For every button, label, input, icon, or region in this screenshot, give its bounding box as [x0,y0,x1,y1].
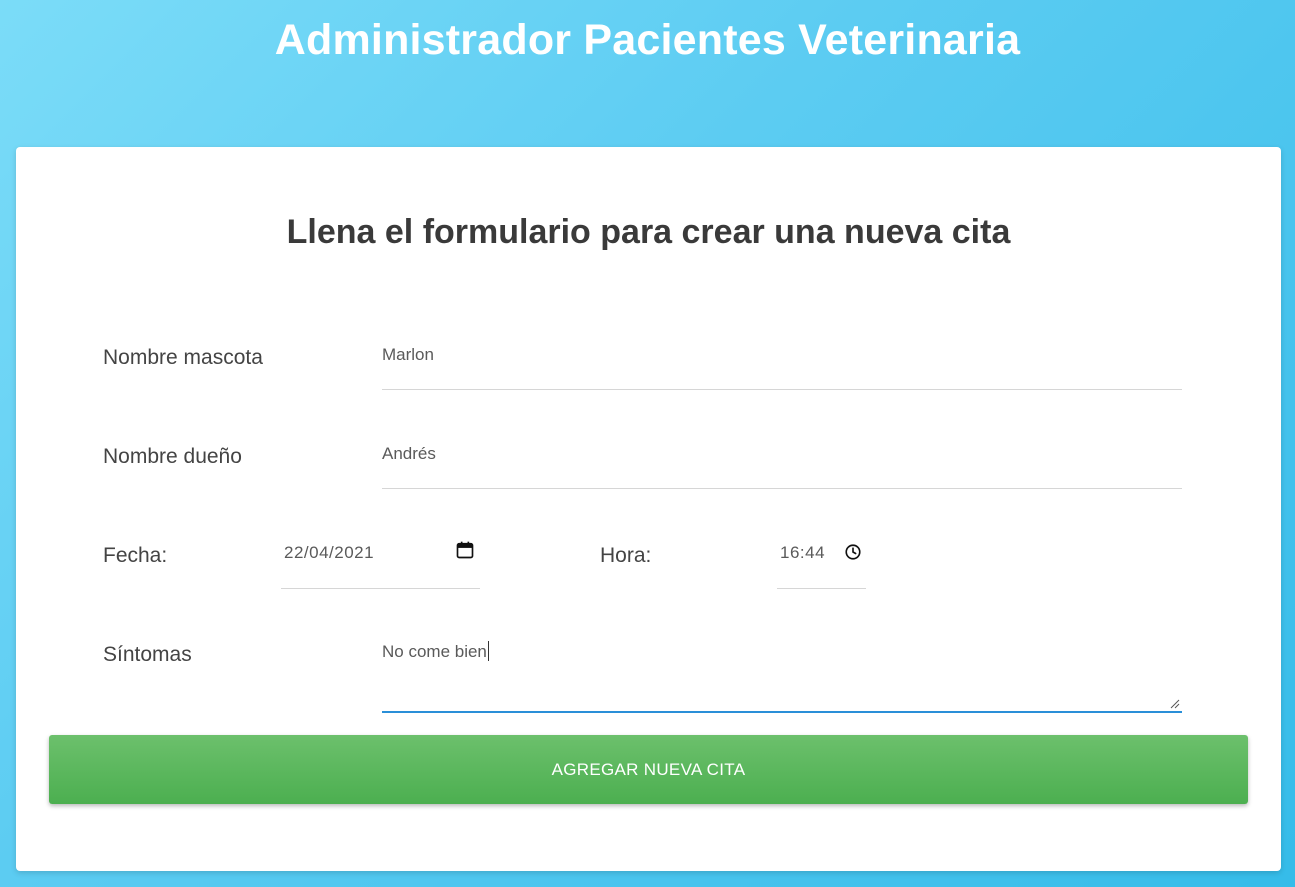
time-value: 16:44 [780,543,826,562]
app-title: Administrador Pacientes Veterinaria [274,16,1021,64]
text-cursor [487,641,489,661]
add-appointment-button[interactable]: AGREGAR NUEVA CITA [49,735,1248,804]
resize-grip-icon[interactable] [1170,699,1180,709]
owner-name-label: Nombre dueño [103,445,242,468]
symptoms-label: Síntomas [103,643,192,666]
time-input[interactable]: 16:44 [777,535,866,589]
calendar-icon[interactable] [455,540,475,560]
symptoms-textarea[interactable]: No come bien [382,633,1182,713]
owner-name-input[interactable]: Andrés [382,436,1182,489]
date-input[interactable]: 22/04/2021 [281,535,480,589]
pet-name-input[interactable]: Marlon [382,337,1182,390]
owner-name-value: Andrés [382,444,436,463]
date-value: 22/04/2021 [284,543,375,562]
clock-icon[interactable] [844,543,862,561]
pet-name-label: Nombre mascota [103,346,263,369]
appointment-form-card: Llena el formulario para crear una nueva… [16,147,1281,871]
pet-name-value: Marlon [382,345,434,364]
date-label: Fecha: [103,544,168,567]
form-title: Llena el formulario para crear una nueva… [286,213,1011,251]
symptoms-value: No come bien [382,642,487,661]
time-label: Hora: [600,544,652,567]
